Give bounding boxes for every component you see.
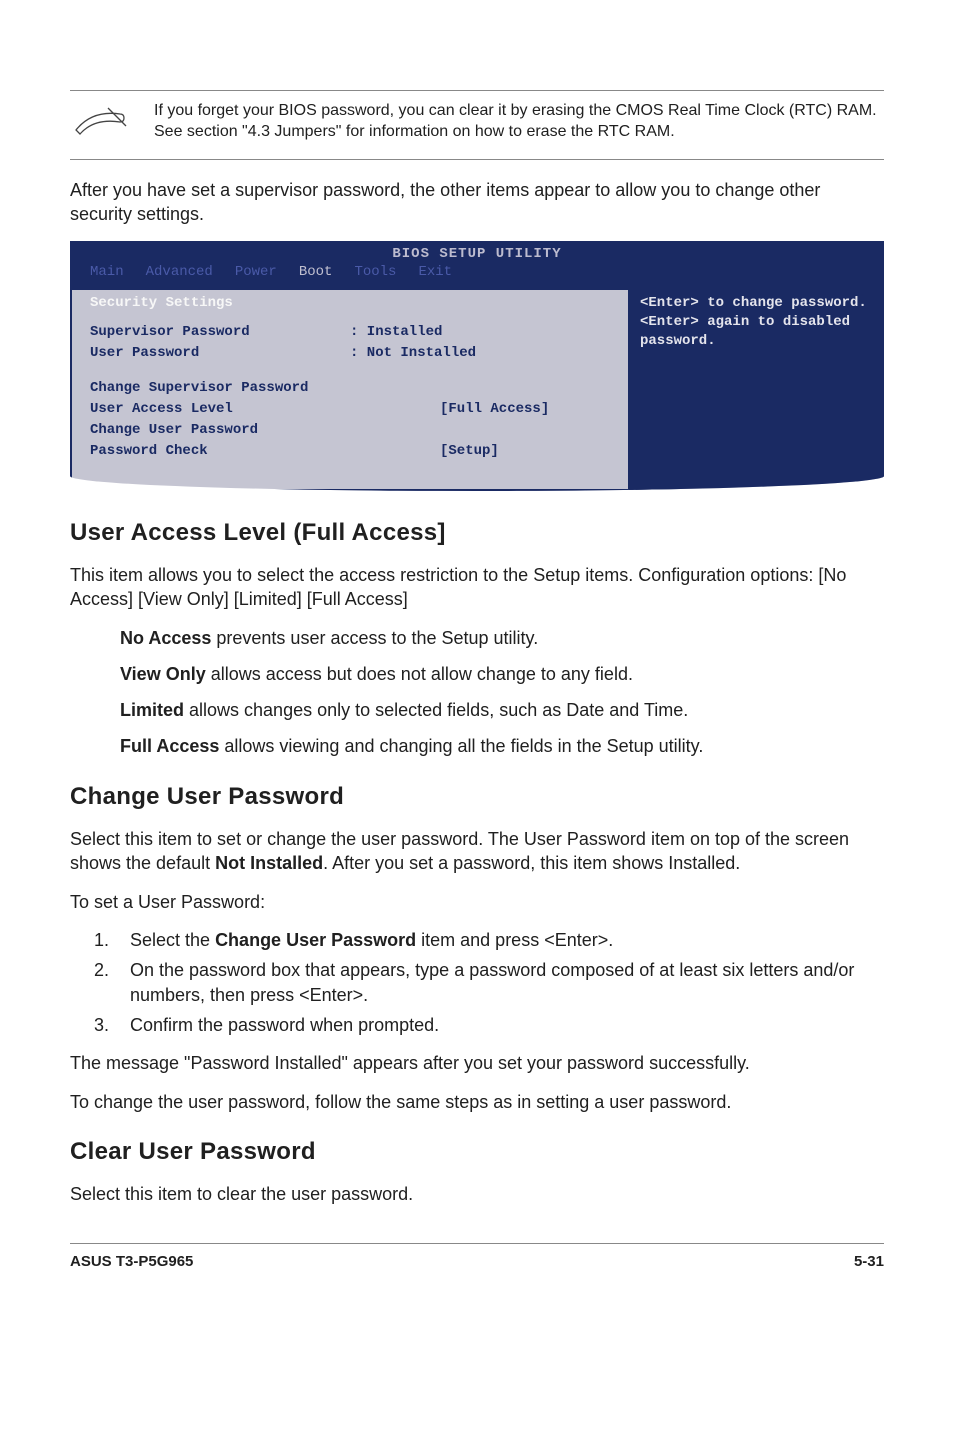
bios-menu: Main Advanced Power Boot Tools Exit <box>70 263 884 286</box>
bios-screenshot: BIOS SETUP UTILITY Main Advanced Power B… <box>70 241 884 491</box>
note-text: If you forget your BIOS password, you ca… <box>154 101 884 143</box>
footer-right: 5-31 <box>854 1252 884 1272</box>
cup-p1c: . After you set a password, this item sh… <box>323 853 740 873</box>
bios-left-panel: Security Settings Supervisor Password : … <box>70 288 629 490</box>
limited-line: Limited allows changes only to selected … <box>120 698 884 722</box>
supervisor-password-label: Supervisor Password <box>90 323 350 342</box>
bios-menu-power: Power <box>235 263 277 282</box>
cup-paragraph-4: To change the user password, follow the … <box>70 1090 884 1114</box>
change-user-password: Change User Password <box>90 421 258 440</box>
set-password-steps: Select the Change User Password item and… <box>114 928 884 1037</box>
cup-paragraph-3: The message "Password Installed" appears… <box>70 1051 884 1075</box>
bios-section-title: Security Settings <box>90 294 610 313</box>
not-installed-bold: Not Installed <box>215 853 323 873</box>
full-access-text: allows viewing and changing all the fiel… <box>219 736 703 756</box>
user-access-level-label: User Access Level <box>90 400 350 419</box>
view-only-label: View Only <box>120 664 206 684</box>
view-only-line: View Only allows access but does not all… <box>120 662 884 686</box>
heading-user-access-level: User Access Level (Full Access] <box>70 517 884 549</box>
no-access-line: No Access prevents user access to the Se… <box>120 626 884 650</box>
user-password-value: : Not Installed <box>350 344 476 363</box>
change-supervisor-password: Change Supervisor Password <box>90 379 308 398</box>
bios-help-panel: <Enter> to change password. <Enter> agai… <box>629 288 884 490</box>
bios-menu-advanced: Advanced <box>146 263 213 282</box>
view-only-text: allows access but does not allow change … <box>206 664 633 684</box>
note-box: If you forget your BIOS password, you ca… <box>70 90 884 160</box>
user-access-level-value: [Full Access] <box>440 400 549 419</box>
clr-paragraph: Select this item to clear the user passw… <box>70 1182 884 1206</box>
supervisor-password-value: : Installed <box>350 323 442 342</box>
heading-change-user-password: Change User Password <box>70 781 884 813</box>
password-check-label: Password Check <box>90 442 350 461</box>
step-3: Confirm the password when prompted. <box>114 1013 884 1037</box>
pencil-note-icon <box>70 101 134 149</box>
limited-label: Limited <box>120 700 184 720</box>
bios-menu-main: Main <box>90 263 124 282</box>
full-access-label: Full Access <box>120 736 219 756</box>
cup-paragraph-1: Select this item to set or change the us… <box>70 827 884 876</box>
password-check-value: [Setup] <box>440 442 499 461</box>
change-user-password-bold: Change User Password <box>215 930 416 950</box>
bios-help-text: <Enter> to change password. <Enter> agai… <box>640 295 867 349</box>
ual-description: This item allows you to select the acces… <box>70 563 884 612</box>
step-1: Select the Change User Password item and… <box>114 928 884 952</box>
step-1a: Select the <box>130 930 215 950</box>
step-1c: item and press <Enter>. <box>416 930 613 950</box>
bios-menu-tools: Tools <box>354 263 396 282</box>
page-footer: ASUS T3-P5G965 5-31 <box>70 1243 884 1272</box>
intro-paragraph: After you have set a supervisor password… <box>70 178 884 227</box>
heading-clear-user-password: Clear User Password <box>70 1136 884 1168</box>
cup-paragraph-2: To set a User Password: <box>70 890 884 914</box>
bios-menu-exit: Exit <box>418 263 452 282</box>
step-2: On the password box that appears, type a… <box>114 958 884 1007</box>
bios-menu-boot: Boot <box>299 263 333 282</box>
user-password-label: User Password <box>90 344 350 363</box>
limited-text: allows changes only to selected fields, … <box>184 700 688 720</box>
no-access-label: No Access <box>120 628 211 648</box>
bios-title: BIOS SETUP UTILITY <box>70 245 884 264</box>
full-access-line: Full Access allows viewing and changing … <box>120 734 884 758</box>
no-access-text: prevents user access to the Setup utilit… <box>211 628 538 648</box>
footer-left: ASUS T3-P5G965 <box>70 1252 193 1272</box>
